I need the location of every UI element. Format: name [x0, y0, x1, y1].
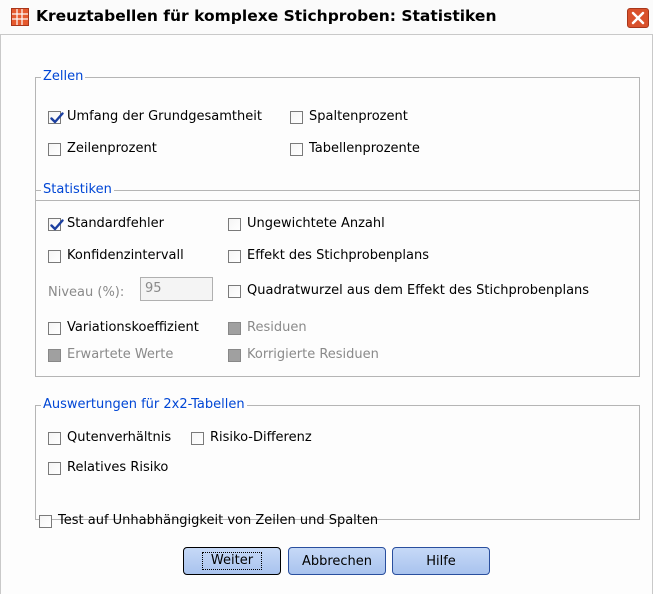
checkbox-label: Standardfehler [67, 216, 164, 231]
checkbox-odds-ratio[interactable]: Qutenverhältnis [48, 429, 171, 447]
niveau-input[interactable]: 95 [140, 277, 213, 301]
checkbox-label: Effekt des Stichprobenplans [247, 248, 430, 263]
checkbox-standardfehler[interactable]: Standardfehler [48, 215, 164, 233]
abbrechen-button[interactable]: Abbrechen [288, 547, 386, 575]
checkbox-box[interactable] [48, 142, 61, 156]
weiter-button-label: Weiter [201, 552, 263, 570]
checkbox-effekt-stichprobenplan[interactable]: Effekt des Stichprobenplans [228, 247, 429, 265]
checkbox-box[interactable] [48, 249, 61, 263]
window-title: Kreuztabellen für komplexe Stichproben: … [36, 7, 497, 25]
checkbox-box[interactable] [48, 431, 61, 445]
checkbox-label: Zeilenprozent [67, 141, 157, 156]
dialog-body: Zellen Umfang der Grundgesamtheit Spalte… [0, 35, 653, 594]
checkbox-box [228, 348, 241, 362]
checkbox-label: Qutenverhältnis [67, 430, 172, 445]
checkbox-box[interactable] [48, 321, 61, 335]
niveau-label: Niveau (%): [48, 285, 125, 300]
checkbox-variationskoeffizient[interactable]: Variationskoeffizient [48, 319, 199, 337]
checkbox-label: Test auf Unhabhängigkeit von Zeilen und … [58, 513, 379, 528]
checkbox-ungewichtete-anzahl[interactable]: Ungewichtete Anzahl [228, 215, 385, 233]
checkmark-icon [50, 218, 64, 230]
checkbox-zeilenprozent[interactable]: Zeilenprozent [48, 140, 157, 158]
group-legend-zellen: Zellen [41, 69, 86, 85]
abbrechen-button-label: Abbrechen [301, 553, 373, 569]
checkbox-label: Quadratwurzel aus dem Effekt des Stichpr… [247, 283, 590, 298]
group-zellen: Zellen [35, 69, 640, 201]
title-bar: Kreuztabellen für komplexe Stichproben: … [0, 0, 653, 35]
checkbox-box[interactable] [228, 249, 241, 263]
checkbox-umfang-grundgesamtheit[interactable]: Umfang der Grundgesamtheit [48, 108, 262, 126]
hilfe-button-label: Hilfe [426, 553, 456, 569]
checkmark-icon [50, 111, 64, 123]
checkbox-spaltenprozent[interactable]: Spaltenprozent [290, 108, 408, 126]
checkbox-test-unabhaengigkeit[interactable]: Test auf Unhabhängigkeit von Zeilen und … [39, 512, 378, 530]
close-button[interactable] [627, 8, 649, 28]
checkbox-box[interactable] [290, 110, 303, 124]
checkbox-label: Ungewichtete Anzahl [247, 216, 385, 231]
checkbox-label: Relatives Risiko [67, 460, 169, 475]
close-icon [631, 11, 645, 25]
checkbox-box[interactable] [191, 431, 204, 445]
checkbox-quadratwurzel[interactable]: Quadratwurzel aus dem Effekt des Stichpr… [228, 282, 589, 300]
checkbox-box [228, 321, 241, 335]
checkbox-residuen: Residuen [228, 319, 307, 337]
checkbox-label: Spaltenprozent [309, 109, 408, 124]
checkbox-erwartete-werte: Erwartete Werte [48, 346, 173, 364]
checkbox-box[interactable] [48, 217, 64, 231]
checkbox-box[interactable] [228, 217, 241, 231]
table-icon [11, 8, 29, 26]
checkbox-label: Risiko-Differenz [210, 430, 312, 445]
group-legend-statistiken: Statistiken [41, 182, 114, 198]
group-legend-auswertungen: Auswertungen für 2x2-Tabellen [41, 397, 247, 413]
checkbox-box[interactable] [39, 514, 52, 528]
checkbox-box[interactable] [290, 142, 303, 156]
checkbox-label: Umfang der Grundgesamtheit [67, 109, 262, 124]
checkbox-konfidenzintervall[interactable]: Konfidenzintervall [48, 247, 184, 265]
checkbox-label: Konfidenzintervall [67, 248, 184, 263]
checkbox-box[interactable] [48, 110, 64, 124]
checkbox-label: Tabellenprozente [309, 141, 420, 156]
checkbox-label: Residuen [247, 320, 307, 335]
checkbox-label: Variationskoeffizient [67, 320, 199, 335]
checkbox-box[interactable] [228, 284, 241, 298]
checkbox-risiko-differenz[interactable]: Risiko-Differenz [191, 429, 312, 447]
hilfe-button[interactable]: Hilfe [392, 547, 490, 575]
checkbox-box[interactable] [48, 461, 61, 475]
checkbox-label: Korrigierte Residuen [247, 347, 379, 362]
checkbox-korrigierte-residuen: Korrigierte Residuen [228, 346, 379, 364]
weiter-button[interactable]: Weiter [183, 547, 281, 575]
checkbox-relatives-risiko[interactable]: Relatives Risiko [48, 459, 168, 477]
checkbox-box [48, 348, 61, 362]
checkbox-label: Erwartete Werte [67, 347, 174, 362]
checkbox-tabellenprozente[interactable]: Tabellenprozente [290, 140, 420, 158]
